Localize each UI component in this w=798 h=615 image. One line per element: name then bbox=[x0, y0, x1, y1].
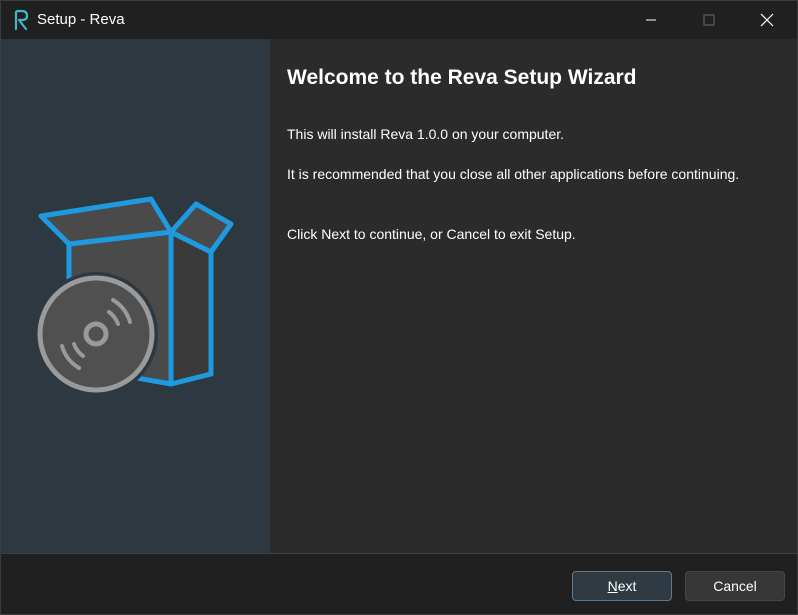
minimize-button[interactable] bbox=[622, 1, 680, 39]
reva-logo-icon bbox=[12, 9, 30, 31]
window-title: Setup - Reva bbox=[37, 11, 125, 28]
setup-window: Setup - Reva Welcome to the Reva Setup W… bbox=[0, 0, 798, 615]
wizard-side-panel bbox=[1, 39, 270, 553]
close-icon bbox=[760, 13, 774, 27]
wizard-footer: Next Cancel bbox=[1, 554, 797, 614]
instruction-text: Click Next to continue, or Cancel to exi… bbox=[287, 226, 576, 242]
wizard-content: Welcome to the Reva Setup Wizard This wi… bbox=[270, 39, 797, 553]
cancel-button-label: Cancel bbox=[713, 578, 757, 594]
maximize-button[interactable] bbox=[680, 1, 738, 39]
minimize-icon bbox=[645, 14, 657, 26]
page-title: Welcome to the Reva Setup Wizard bbox=[287, 66, 637, 89]
title-bar[interactable]: Setup - Reva bbox=[1, 1, 797, 39]
next-button[interactable]: Next bbox=[572, 571, 672, 601]
cancel-button[interactable]: Cancel bbox=[685, 571, 785, 601]
install-info-text: This will install Reva 1.0.0 on your com… bbox=[287, 126, 565, 142]
maximize-icon bbox=[703, 14, 715, 26]
recommendation-text: It is recommended that you close all oth… bbox=[287, 166, 740, 182]
next-button-label: Next bbox=[607, 578, 637, 594]
close-button[interactable] bbox=[738, 1, 796, 39]
install-box-disc-icon bbox=[34, 196, 234, 396]
